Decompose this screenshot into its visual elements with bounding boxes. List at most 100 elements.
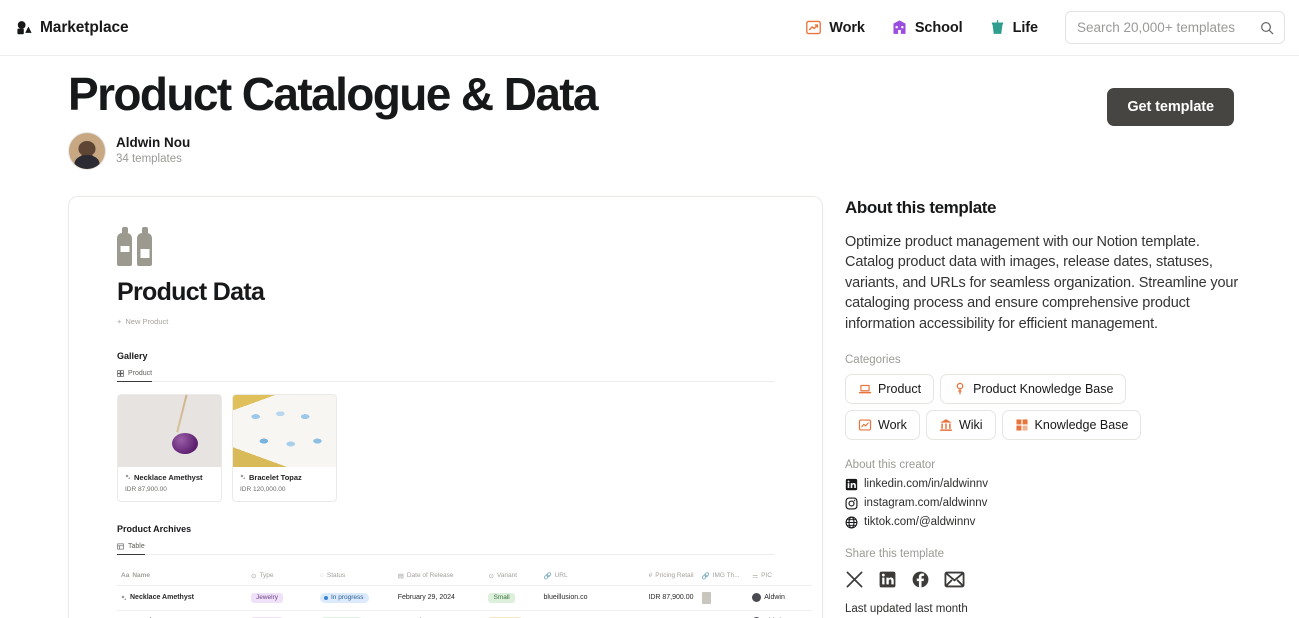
- chart-line-icon: [858, 418, 872, 432]
- brand-logo[interactable]: Marketplace: [16, 19, 129, 37]
- cell-price: IDR 120,000.00: [612, 611, 698, 618]
- table-icon: [117, 543, 124, 550]
- cell-url[interactable]: blueillusion.co: [540, 586, 612, 610]
- table-row[interactable]: Bracelet Topaz Jewelry Released December…: [117, 611, 812, 618]
- column-header-url[interactable]: 🔗URL: [540, 567, 612, 585]
- share-facebook-icon[interactable]: [911, 570, 930, 589]
- template-info-panel: About this template Optimize product man…: [845, 196, 1245, 618]
- gallery-card-price: IDR 87,900.00: [125, 486, 215, 493]
- search-icon[interactable]: [1259, 20, 1275, 36]
- category-chip-work[interactable]: Work: [845, 410, 920, 440]
- share-label: Share this template: [845, 548, 1245, 560]
- column-header-date[interactable]: ▤Date of Release: [394, 567, 485, 585]
- nav-item-school-label: School: [915, 20, 963, 36]
- gallery-card[interactable]: Bracelet Topaz IDR 120,000.00: [232, 394, 337, 502]
- cell-date: December 1, 2023: [394, 611, 485, 618]
- category-chip-knowledge-base[interactable]: Knowledge Base: [1002, 410, 1142, 440]
- status-badge: In progress: [320, 593, 369, 603]
- gallery-card-list: Necklace Amethyst IDR 87,900.00 Bracelet…: [117, 394, 822, 502]
- creator-links: linkedin.com/in/aldwinnv instagram.com/a…: [845, 478, 1245, 529]
- gallery-card-name: Necklace Amethyst: [125, 473, 215, 482]
- variant-pill: Small: [488, 593, 514, 603]
- key-icon: [953, 382, 967, 396]
- column-header-pic[interactable]: ⚎PIC: [748, 567, 812, 585]
- gallery-card-name-text: Bracelet Topaz: [249, 473, 302, 482]
- table-row[interactable]: Necklace Amethyst Jewelry In progress Fe…: [117, 586, 812, 611]
- link-icon: 🔗: [544, 572, 552, 580]
- number-icon: #: [649, 572, 653, 579]
- category-label: Knowledge Base: [1035, 418, 1129, 432]
- cell-name: Bracelet Topaz: [117, 611, 247, 618]
- primary-nav: Work School Life: [792, 11, 1285, 44]
- top-navigation-bar: Marketplace Work School: [0, 0, 1299, 56]
- share-email-icon[interactable]: [944, 570, 965, 589]
- nav-item-life[interactable]: Life: [976, 13, 1051, 42]
- author-template-count: 34 templates: [116, 152, 190, 168]
- text-type-icon: Aa: [121, 572, 129, 579]
- cell-variant: Small: [484, 586, 539, 610]
- cell-price: IDR 87,900.00: [612, 586, 698, 610]
- product-bottles-icon: [117, 233, 822, 266]
- column-header-variant[interactable]: ⊙Variant: [484, 567, 539, 585]
- cell-type: Jewelry: [247, 586, 316, 610]
- cell-image-thumb: [698, 586, 749, 610]
- new-product-button[interactable]: + New Product: [117, 317, 168, 326]
- cell-variant: Medium: [484, 611, 539, 618]
- last-updated-text: Last updated last month: [845, 603, 1245, 615]
- avatar: [752, 593, 761, 602]
- gallery-grid-icon: [117, 370, 124, 377]
- page-icon: [121, 595, 127, 601]
- drink-cup-icon: [989, 19, 1006, 36]
- content-area: Product Data + New Product Gallery Produ…: [0, 196, 1299, 618]
- nav-item-school[interactable]: School: [878, 13, 976, 42]
- puzzle-icon: [1015, 418, 1029, 432]
- template-preview-card[interactable]: Product Data + New Product Gallery Produ…: [68, 196, 823, 618]
- search-box[interactable]: [1065, 11, 1285, 44]
- about-template-heading: About this template: [845, 198, 1245, 218]
- table-view-tab[interactable]: Table: [117, 543, 145, 555]
- category-chip-product[interactable]: Product: [845, 374, 934, 404]
- preview-doc-title: Product Data: [117, 278, 822, 307]
- plus-icon: +: [117, 317, 121, 326]
- cell-image-thumb: [698, 611, 749, 618]
- page-icon: [125, 474, 131, 480]
- select-icon: ⊙: [488, 572, 493, 580]
- type-pill: Jewelry: [251, 593, 283, 603]
- creator-link-tiktok[interactable]: tiktok.com/@aldwinnv: [845, 516, 1245, 529]
- column-header-price[interactable]: #Pricing Retail: [612, 567, 698, 585]
- school-building-icon: [891, 19, 908, 36]
- share-x-icon[interactable]: [845, 570, 864, 589]
- column-header-status[interactable]: ◌Status: [316, 567, 394, 585]
- creator-link-instagram[interactable]: instagram.com/aldwinnv: [845, 497, 1245, 510]
- cell-url[interactable]: [540, 611, 612, 618]
- gallery-view-tab[interactable]: Product: [117, 370, 152, 382]
- column-header-img[interactable]: 🔗IMG Th...: [698, 567, 749, 585]
- column-header-name[interactable]: AaName: [117, 567, 247, 585]
- cell-status: Released: [316, 611, 394, 618]
- table-tab-label: Table: [128, 543, 145, 550]
- column-header-type[interactable]: ⊙Type: [247, 567, 316, 585]
- gallery-card[interactable]: Necklace Amethyst IDR 87,900.00: [117, 394, 222, 502]
- share-linkedin-icon[interactable]: [878, 570, 897, 589]
- creator-link-linkedin[interactable]: linkedin.com/in/aldwinnv: [845, 478, 1245, 491]
- hero-section: Product Catalogue & Data Aldwin Nou 34 t…: [0, 56, 1299, 170]
- table-header-row: AaName ⊙Type ◌Status ▤Date of Release ⊙V…: [117, 567, 812, 586]
- nav-item-work[interactable]: Work: [792, 13, 878, 42]
- category-label: Product: [878, 382, 921, 396]
- creator-label: About this creator: [845, 459, 1245, 471]
- search-input[interactable]: [1077, 20, 1259, 35]
- gallery-tab-label: Product: [128, 370, 152, 377]
- gallery-heading: Gallery: [117, 351, 822, 361]
- gallery-card-name-text: Necklace Amethyst: [134, 473, 203, 482]
- new-product-label: New Product: [125, 317, 168, 326]
- cell-pic: Aldwin: [748, 611, 812, 618]
- author-block[interactable]: Aldwin Nou 34 templates: [68, 132, 1299, 170]
- get-template-button[interactable]: Get template: [1107, 88, 1234, 126]
- avatar: [68, 132, 106, 170]
- category-chip-wiki[interactable]: Wiki: [926, 410, 996, 440]
- product-archives-table: AaName ⊙Type ◌Status ▤Date of Release ⊙V…: [117, 567, 812, 618]
- category-chip-product-knowledge-base[interactable]: Product Knowledge Base: [940, 374, 1126, 404]
- cell-name: Necklace Amethyst: [117, 586, 247, 610]
- product-image-necklace: [118, 395, 221, 467]
- laptop-icon: [858, 382, 872, 396]
